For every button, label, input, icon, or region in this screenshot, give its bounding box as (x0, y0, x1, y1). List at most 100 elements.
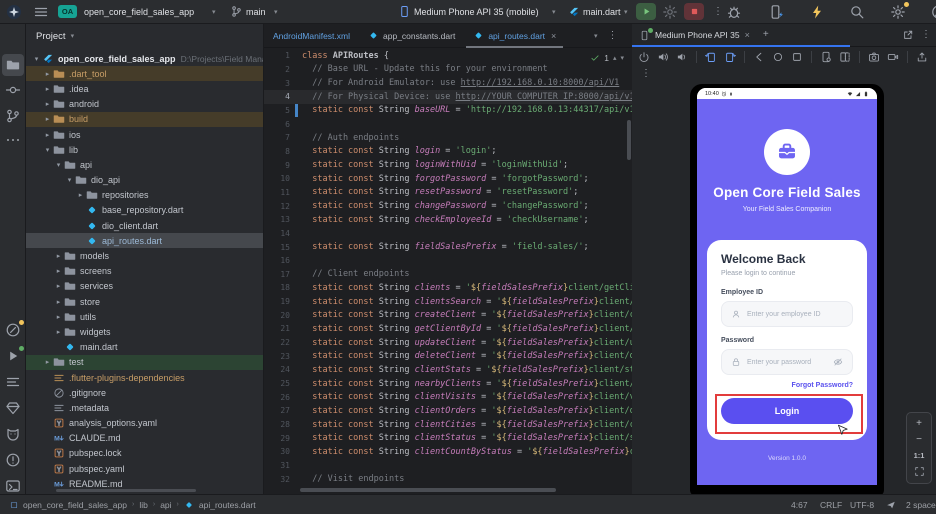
device-tab-close-icon[interactable]: × (745, 30, 750, 40)
tree-item-.metadata[interactable]: .metadata (26, 400, 263, 415)
debugger-icon[interactable] (726, 4, 742, 20)
tree-chevron-right-icon[interactable]: ▸ (42, 100, 53, 108)
tree-item-CLAUDE.md[interactable]: M CLAUDE.md (26, 431, 263, 446)
editor-tab-app_constants.dart[interactable]: app_constants.dart (359, 24, 464, 47)
device-panel-options-icon[interactable]: ⋮ (921, 30, 931, 40)
branch-chevron-icon[interactable]: ▾ (274, 8, 278, 16)
tree-chevron-right-icon[interactable]: ▸ (53, 267, 64, 275)
rotate-left-icon[interactable] (705, 51, 717, 63)
tab-list-chevron-icon[interactable]: ▾ (594, 32, 598, 40)
project-tool-icon[interactable] (2, 54, 24, 76)
device-selector[interactable]: Medium Phone API 35 (mobile) (414, 7, 539, 17)
hot-reload-icon[interactable] (809, 4, 825, 20)
caret-position[interactable]: 4:67 (791, 495, 808, 514)
editor-tab-api_routes.dart[interactable]: api_routes.dart × (464, 24, 565, 48)
tree-item-pubspec.yaml[interactable]: Ypubspec.yaml (26, 461, 263, 476)
tree-item-api[interactable]: ▾ api (26, 157, 263, 172)
tab-close-icon[interactable]: × (551, 31, 556, 41)
editor-hscrollbar[interactable] (300, 488, 556, 492)
tree-chevron-down-icon[interactable]: ▾ (64, 176, 75, 184)
tree-item-build[interactable]: ▸ build (26, 111, 263, 127)
branch-name[interactable]: main (246, 7, 266, 17)
tree-chevron-right-icon[interactable]: ▸ (53, 313, 64, 321)
settings-icon[interactable] (890, 2, 909, 20)
screen-record-icon[interactable] (887, 51, 899, 63)
run-configuration[interactable]: main.dart (583, 7, 621, 17)
power-icon[interactable] (638, 51, 650, 63)
next-problem-icon[interactable]: ▾ (620, 54, 624, 62)
inspection-widget[interactable]: 1 ▴ ▾ (590, 53, 624, 63)
device-icon[interactable] (398, 5, 411, 18)
tree-item-.dart_tool[interactable]: ▸ .dart_tool (26, 66, 263, 82)
tree-chevron-right-icon[interactable]: ▸ (42, 85, 53, 93)
tree-chevron-right-icon[interactable]: ▸ (53, 328, 64, 336)
device-chevron-icon[interactable]: ▾ (552, 8, 556, 16)
tree-item-store[interactable]: ▸ store (26, 294, 263, 309)
tree-chevron-right-icon[interactable]: ▸ (53, 282, 64, 290)
project-view-chevron-icon[interactable]: ▾ (71, 32, 75, 40)
tree-item-repositories[interactable]: ▸ repositories (26, 188, 263, 203)
problems-tool-icon[interactable] (5, 452, 21, 468)
tree-item-lib[interactable]: ▾ lib (26, 142, 263, 157)
tree-item-dio_api[interactable]: ▾ dio_api (26, 173, 263, 188)
recents-icon[interactable] (791, 51, 803, 63)
screenshot-icon[interactable] (868, 51, 880, 63)
breadcrumb-item[interactable]: open_core_field_sales_app (23, 500, 127, 510)
editor-tab-AndroidManifest.xml[interactable]: AndroidManifest.xml (264, 24, 359, 47)
device-settings-icon[interactable] (820, 51, 832, 63)
more-tool-windows-icon[interactable] (5, 132, 21, 148)
tree-chevron-right-icon[interactable]: ▸ (42, 358, 53, 366)
project-name[interactable]: open_core_field_sales_app (84, 7, 194, 17)
employee-id-field[interactable]: Enter your employee ID (721, 301, 853, 327)
open-in-window-icon[interactable] (902, 29, 914, 41)
flutter-inspector-tool-icon[interactable] (5, 400, 21, 416)
search-icon[interactable] (849, 4, 865, 20)
project-hscrollbar[interactable] (56, 489, 196, 492)
rotate-right-icon[interactable] (724, 51, 736, 63)
project-panel-header[interactable]: Project ▾ (26, 24, 263, 48)
tree-item-utils[interactable]: ▸ utils (26, 309, 263, 324)
tree-item-main.dart[interactable]: main.dart (26, 340, 263, 355)
tree-item-.idea[interactable]: ▸ .idea (26, 81, 263, 96)
volume-up-icon[interactable] (657, 51, 669, 63)
zoom-fit-icon[interactable] (914, 466, 925, 477)
volume-down-icon[interactable] (676, 51, 688, 63)
line-ending[interactable]: CRLF (820, 495, 842, 514)
display-mode-icon[interactable] (839, 51, 851, 63)
back-icon[interactable] (753, 51, 765, 63)
zoom-reset-label[interactable]: 1:1 (914, 451, 925, 460)
git-branch-icon[interactable] (230, 5, 243, 18)
device-manager-icon[interactable] (768, 4, 784, 20)
tree-item-api_routes.dart[interactable]: api_routes.dart (26, 233, 263, 249)
file-encoding[interactable]: UTF-8 (850, 495, 874, 514)
build-settings-icon[interactable] (662, 4, 678, 20)
tree-item-dio_client.dart[interactable]: dio_client.dart (26, 218, 263, 233)
prev-problem-icon[interactable]: ▴ (613, 54, 617, 62)
zoom-out-icon[interactable]: − (916, 435, 922, 445)
add-device-tab-icon[interactable]: + (763, 30, 769, 40)
breadcrumb-item[interactable]: api (160, 500, 171, 510)
dart-analysis-tool-icon[interactable] (5, 320, 24, 338)
tree-chevron-right-icon[interactable]: ▸ (42, 70, 53, 78)
tree-item-ios[interactable]: ▸ ios (26, 127, 263, 142)
tree-chevron-down-icon[interactable]: ▾ (31, 55, 42, 63)
emulator-display[interactable]: 10:40 Open Core Field Sales Your Field S… (690, 84, 884, 496)
run-button[interactable] (636, 3, 656, 20)
breadcrumb-item[interactable]: api_routes.dart (199, 500, 256, 510)
pull-requests-tool-icon[interactable] (5, 108, 21, 124)
tree-item-test[interactable]: ▸ test (26, 354, 263, 370)
tree-chevron-down-icon[interactable]: ▾ (42, 146, 53, 154)
breadcrumb-item[interactable]: lib (139, 500, 148, 510)
terminal-tool-icon[interactable] (5, 478, 21, 494)
tree-item-analysis_options.yaml[interactable]: Yanalysis_options.yaml (26, 416, 263, 431)
commit-tool-icon[interactable] (5, 82, 21, 98)
tree-item-.gitignore[interactable]: .gitignore (26, 385, 263, 400)
indent-setting[interactable]: 2 spaces (906, 495, 936, 514)
home-icon[interactable] (772, 51, 784, 63)
run-tool-icon[interactable] (5, 346, 24, 364)
tree-chevron-right-icon[interactable]: ▸ (42, 115, 53, 123)
tree-item-models[interactable]: ▸ models (26, 248, 263, 263)
tree-chevron-right-icon[interactable]: ▸ (42, 131, 53, 139)
tree-item-pubspec.lock[interactable]: Ypubspec.lock (26, 446, 263, 461)
account-icon[interactable] (931, 4, 936, 20)
